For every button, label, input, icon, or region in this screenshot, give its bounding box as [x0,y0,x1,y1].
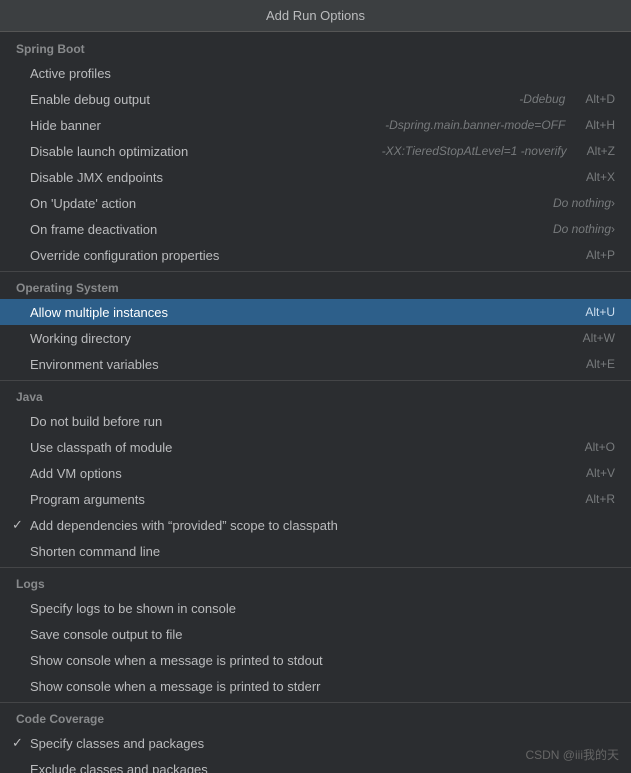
section-separator [0,380,631,381]
item-label-exclude-classes-packages: Exclude classes and packages [30,762,615,773]
item-label-environment-variables: Environment variables [30,357,566,372]
item-label-shorten-command-line: Shorten command line [30,544,615,559]
item-label-add-dependencies-provided: Add dependencies with “provided” scope t… [30,518,615,533]
item-hint-on-update-action: Do nothing [553,196,611,210]
menu-item-do-not-build-before-run[interactable]: Do not build before run [0,408,631,434]
menu-item-use-classpath-of-module[interactable]: Use classpath of moduleAlt+O [0,434,631,460]
item-shortcut-program-arguments: Alt+R [565,492,615,506]
item-shortcut-override-configuration-properties: Alt+P [566,248,615,262]
item-label-disable-jmx-endpoints: Disable JMX endpoints [30,170,566,185]
item-shortcut-environment-variables: Alt+E [566,357,615,371]
menu-item-disable-launch-optimization[interactable]: Disable launch optimization -XX:TieredSto… [0,138,631,164]
item-label-show-console-stderr: Show console when a message is printed t… [30,679,615,694]
menu-item-disable-jmx-endpoints[interactable]: Disable JMX endpointsAlt+X [0,164,631,190]
menu-item-add-dependencies-provided[interactable]: ✓ Add dependencies with “provided” scope … [0,512,631,538]
item-shortcut-hide-banner: Alt+H [565,118,615,132]
title-bar: Add Run Options [0,0,631,32]
section-separator [0,271,631,272]
item-label-override-configuration-properties: Override configuration properties [30,248,566,263]
item-label-program-arguments: Program arguments [30,492,565,507]
menu-item-working-directory[interactable]: Working directoryAlt+W [0,325,631,351]
item-shortcut-disable-launch-optimization: Alt+Z [567,144,615,158]
item-hint-on-frame-deactivation: Do nothing [553,222,611,236]
item-shortcut-add-vm-options: Alt+V [566,466,615,480]
item-label-on-update-action: On 'Update' action [30,196,547,211]
item-label-do-not-build-before-run: Do not build before run [30,414,615,429]
item-shortcut-working-directory: Alt+W [563,331,615,345]
menu-item-show-console-stderr[interactable]: Show console when a message is printed t… [0,673,631,699]
menu-item-save-console-output[interactable]: Save console output to file [0,621,631,647]
item-hint-enable-debug-output: -Ddebug [519,92,565,106]
chevron-right-icon: › [611,222,615,236]
item-label-specify-logs-console: Specify logs to be shown in console [30,601,615,616]
section-header-spring-boot: Spring Boot [0,36,631,60]
menu-item-environment-variables[interactable]: Environment variablesAlt+E [0,351,631,377]
watermark: CSDN @iii我的天 [525,746,619,763]
dialog-title: Add Run Options [266,8,365,23]
menu-item-allow-multiple-instances[interactable]: Allow multiple instancesAlt+U [0,299,631,325]
item-label-allow-multiple-instances: Allow multiple instances [30,305,565,320]
item-shortcut-enable-debug-output: Alt+D [565,92,615,106]
menu-item-on-frame-deactivation[interactable]: On frame deactivation Do nothing› [0,216,631,242]
item-label-disable-launch-optimization: Disable launch optimization [30,144,376,159]
checkmark-icon: ✓ [12,517,23,533]
menu-list[interactable]: Spring Boot Active profiles Enable debug o… [0,32,631,773]
item-shortcut-use-classpath-of-module: Alt+O [565,440,615,454]
section-header-java: Java [0,384,631,408]
item-hint-hide-banner: -Dspring.main.banner-mode=OFF [385,118,565,132]
item-label-show-console-stdout: Show console when a message is printed t… [30,653,615,668]
menu-item-override-configuration-properties[interactable]: Override configuration propertiesAlt+P [0,242,631,268]
item-label-add-vm-options: Add VM options [30,466,566,481]
menu-item-active-profiles[interactable]: Active profiles [0,60,631,86]
checkmark-icon: ✓ [12,735,23,751]
item-label-save-console-output: Save console output to file [30,627,615,642]
dialog: Add Run Options Spring Boot Active profil… [0,0,631,773]
section-separator [0,702,631,703]
item-label-working-directory: Working directory [30,331,563,346]
menu-item-specify-logs-console[interactable]: Specify logs to be shown in console [0,595,631,621]
item-hint-disable-launch-optimization: -XX:TieredStopAtLevel=1 -noverify [382,144,567,158]
menu-item-program-arguments[interactable]: Program argumentsAlt+R [0,486,631,512]
item-label-hide-banner: Hide banner [30,118,379,133]
item-shortcut-allow-multiple-instances: Alt+U [565,305,615,319]
menu-item-on-update-action[interactable]: On 'Update' action Do nothing› [0,190,631,216]
item-label-enable-debug-output: Enable debug output [30,92,513,107]
item-shortcut-disable-jmx-endpoints: Alt+X [566,170,615,184]
section-header-operating-system: Operating System [0,275,631,299]
menu-item-show-console-stdout[interactable]: Show console when a message is printed t… [0,647,631,673]
menu-item-add-vm-options[interactable]: Add VM optionsAlt+V [0,460,631,486]
item-label-on-frame-deactivation: On frame deactivation [30,222,547,237]
menu-item-hide-banner[interactable]: Hide banner -Dspring.main.banner-mode=OFF… [0,112,631,138]
item-label-use-classpath-of-module: Use classpath of module [30,440,565,455]
section-header-code-coverage: Code Coverage [0,706,631,730]
chevron-right-icon: › [611,196,615,210]
menu-item-enable-debug-output[interactable]: Enable debug output -DdebugAlt+D [0,86,631,112]
menu-item-shorten-command-line[interactable]: Shorten command line [0,538,631,564]
section-separator [0,567,631,568]
section-header-logs: Logs [0,571,631,595]
item-label-active-profiles: Active profiles [30,66,615,81]
